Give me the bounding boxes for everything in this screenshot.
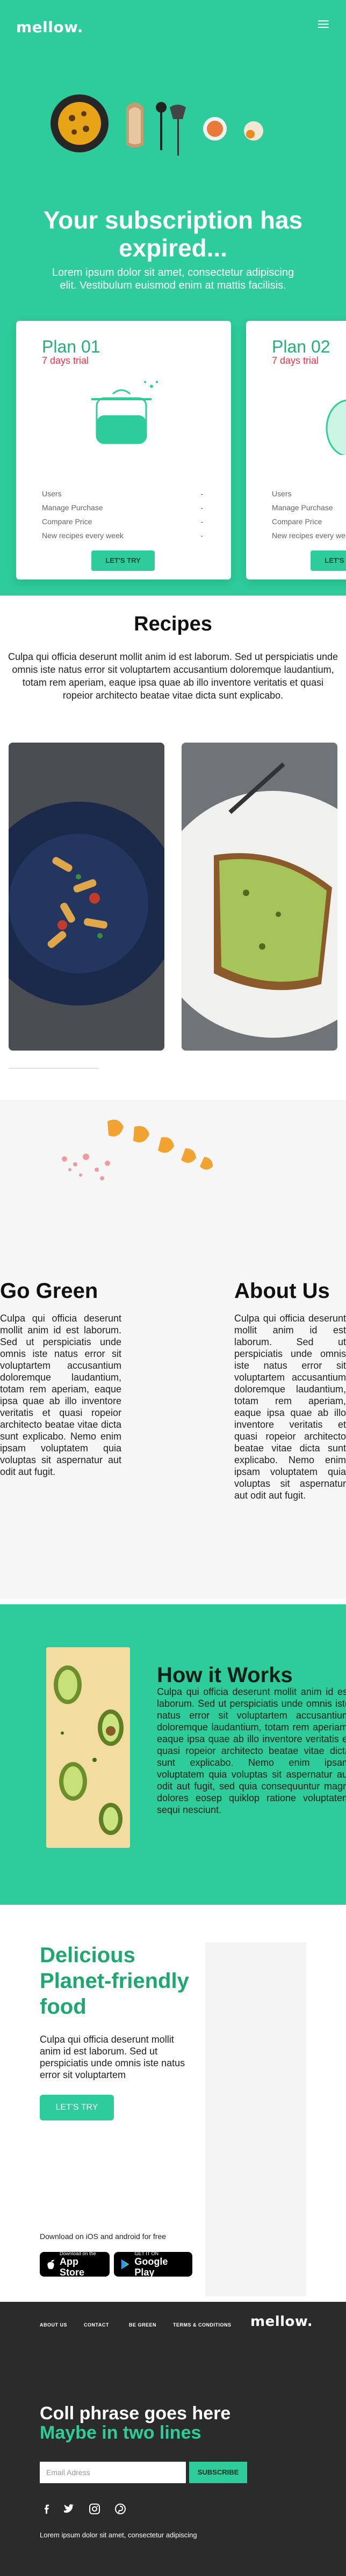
pasta-plate-image [9,743,164,1051]
utensils-illustration [51,94,263,156]
about-us-title: About Us [234,1279,330,1303]
feature-row: Compare Price - [42,517,203,526]
twitter-icon[interactable] [62,2502,75,2515]
recipes-title: Recipes [134,613,212,635]
pasta-photo[interactable] [9,743,164,1051]
plan-card-02: Plan 02 7 days trial Users Manage Purcha… [246,321,346,579]
footer-subtitle: Maybe in two lines [40,2423,201,2443]
how-it-works-section: How it Works Culpa qui officia deserunt … [0,1604,346,1905]
feature-row: Manage Purchase [272,503,333,512]
footer-note: Lorem ipsum dolor sit amet, consectetur … [40,2531,197,2539]
feature-row: Users [272,489,292,498]
plan-trial: 7 days trial [42,355,89,366]
footer-link-about[interactable]: ABOUT US [40,2322,67,2328]
footer-link-contact[interactable]: CONTACT [84,2322,109,2328]
avocado-photo [46,1647,130,1848]
plan-card-01: Plan 01 7 days trial Users - Manage Purch… [16,321,231,579]
how-it-works-text: Culpa qui officia deserunt mollit anim i… [157,1686,346,1815]
avocado-toast-photo[interactable] [182,743,337,1051]
plan-trial: 7 days trial [272,355,319,366]
lets-try-button[interactable]: LET'S TRY [91,551,155,571]
avocado-toast-image [182,743,337,1051]
hero-title: Your subscription has expired... [43,206,303,262]
lets-try-button[interactable]: LET'S TRY [311,551,346,571]
recipes-text: Culpa qui officia deserunt mollit anim i… [8,651,338,701]
pot-icon [91,381,158,444]
sauce-splash-illustration [62,1119,213,1180]
footer-title: Coll phrase goes here [40,2403,231,2424]
feature-row: Users - [42,489,203,498]
plan-title: Plan 02 [272,337,330,356]
go-green-text: Culpa qui officia deserunt mollit anim i… [0,1313,121,1477]
lets-try-button[interactable]: LET'S TRY [40,2095,114,2120]
plan-title: Plan 01 [42,337,100,356]
google-play-button[interactable]: GET IT ON Google Play [114,2251,192,2278]
go-green-title: Go Green [0,1279,98,1303]
app-store-button[interactable]: Download on the App Store [40,2251,110,2278]
delicious-title: Delicious Planet-friendly food [40,1943,189,2019]
how-it-works-title: How it Works [157,1663,293,1687]
subscribe-button[interactable]: SUBSCRIBE [189,2462,247,2483]
hero-section: mellow. Your subscription has expired...… [0,0,346,596]
facebook-icon[interactable] [40,2502,53,2515]
pinterest-icon[interactable] [114,2502,127,2515]
phone-mockup-placeholder [205,1942,306,2296]
apple-icon [47,2259,55,2270]
about-us-text: Culpa qui officia deserunt mollit anim i… [234,1313,346,1501]
email-input[interactable] [40,2462,186,2483]
feature-row: New recipes every week [272,531,346,540]
instagram-icon[interactable] [88,2502,101,2515]
divider [9,1068,99,1069]
feature-row: New recipes every week - [42,531,203,540]
avocado-slices-image [46,1647,130,1848]
hamburger-menu-icon[interactable] [318,20,329,28]
download-text: Download on iOS and android for free [40,2232,167,2241]
feature-row: Compare Price [272,517,322,526]
footer-link-terms[interactable]: TERMS & CONDITIONS [173,2322,232,2328]
delicious-text: Culpa qui officia deserunt mollit anim i… [40,2034,185,2080]
logo[interactable]: mellow. [16,18,83,36]
google-play-icon [121,2259,129,2270]
footer-link-be-green[interactable]: BE GREEN [129,2322,156,2328]
avocado-icon [326,399,346,455]
footer-logo[interactable]: mellow. [250,2314,313,2330]
hero-subtitle: Lorem ipsum dolor sit amet, consectetur … [52,267,294,291]
feature-row: Manage Purchase - [42,503,203,512]
